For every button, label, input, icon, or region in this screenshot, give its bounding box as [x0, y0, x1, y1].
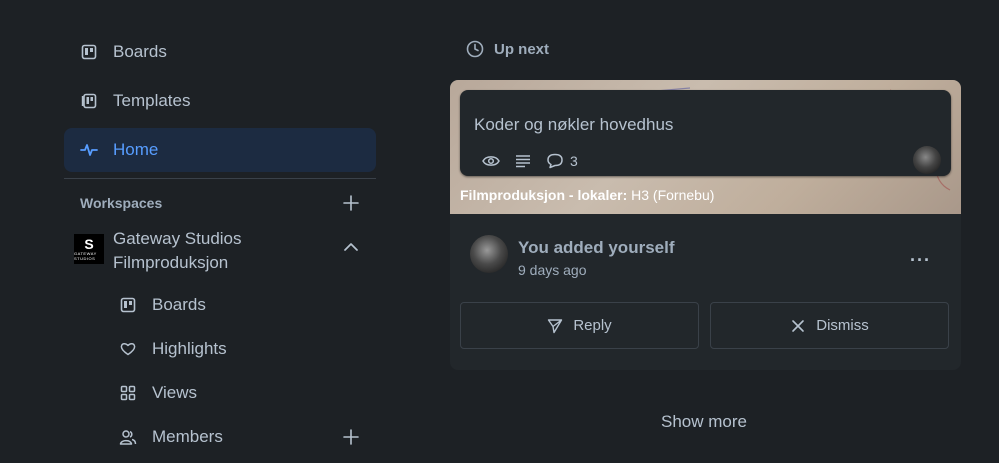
workspace-name-line1: Gateway Studios	[113, 229, 242, 248]
card-board-location: Filmproduksjon - lokaler: H3 (Fornebu)	[460, 187, 714, 203]
sidebar-item-home[interactable]: Home	[64, 128, 376, 172]
workspace-item-boards[interactable]: Boards	[64, 283, 376, 327]
chevron-up-icon[interactable]	[342, 238, 360, 256]
board-icon	[119, 296, 137, 314]
close-icon	[790, 318, 806, 334]
workspace-row[interactable]: S GATEWAY STUDIOS Gateway Studios Filmpr…	[64, 227, 376, 283]
comment-icon	[546, 152, 564, 170]
add-workspace-plus-icon[interactable]	[342, 194, 360, 212]
sidebar-item-templates[interactable]: Templates	[64, 79, 376, 123]
card-title: Koder og nøkler hovedhus	[474, 115, 674, 134]
workspace-name-line2: Filmproduksjon	[113, 253, 229, 272]
workspace-item-members[interactable]: Members	[64, 415, 376, 459]
workspace-logo-letter: S	[84, 236, 94, 252]
dismiss-button[interactable]: Dismiss	[710, 302, 949, 349]
workspace-item-label: Views	[152, 383, 198, 402]
activity-item: You added yourself 9 days ago	[470, 235, 940, 280]
clock-icon	[466, 40, 484, 58]
board-name: Filmproduksjon - lokaler:	[460, 187, 628, 203]
card-badges: 3	[482, 152, 578, 170]
more-options-icon[interactable]: ···	[910, 250, 931, 271]
heart-icon	[119, 340, 137, 358]
card-preview[interactable]: Koder og nøkler hovedhus 3	[460, 90, 951, 176]
up-next-header: Up next	[466, 40, 549, 58]
comment-count: 3	[570, 153, 578, 169]
workspaces-header: Workspaces	[64, 179, 376, 227]
sidebar-item-label: Templates	[113, 91, 191, 110]
workspace-name: Gateway Studios Filmproduksjon	[113, 227, 342, 275]
send-icon	[547, 318, 563, 334]
workspaces-label: Workspaces	[80, 195, 163, 211]
activity-title: You added yourself	[518, 238, 675, 257]
eye-icon	[482, 152, 500, 170]
dismiss-label: Dismiss	[816, 317, 869, 334]
sidebar-item-label: Boards	[113, 42, 167, 61]
template-icon	[80, 92, 98, 110]
activity-pulse-icon	[80, 141, 98, 159]
sidebar: Boards Templates Home Workspaces S GATEW…	[64, 30, 376, 459]
show-more-button[interactable]: Show more	[661, 412, 747, 432]
reply-label: Reply	[573, 317, 612, 334]
list-name: H3 (Fornebu)	[627, 187, 715, 203]
workspace-logo-text: GATEWAY STUDIOS	[74, 251, 97, 261]
up-next-card: Koder og nøkler hovedhus 3 Filmproduksjo…	[450, 80, 961, 370]
reply-button[interactable]: Reply	[460, 302, 699, 349]
workspace-logo: S GATEWAY STUDIOS	[74, 234, 104, 264]
sidebar-item-boards[interactable]: Boards	[64, 30, 376, 74]
description-icon	[514, 152, 532, 170]
add-member-plus-icon[interactable]	[342, 428, 360, 446]
workspace-item-label: Highlights	[152, 339, 227, 358]
up-next-label: Up next	[494, 40, 550, 58]
board-icon	[80, 43, 98, 61]
grid-icon	[119, 384, 137, 402]
workspace-item-highlights[interactable]: Highlights	[64, 327, 376, 371]
activity-timestamp: 9 days ago	[518, 262, 587, 278]
workspace-item-label: Boards	[152, 295, 206, 314]
sidebar-item-label: Home	[113, 140, 159, 159]
members-icon	[119, 428, 137, 446]
workspace-item-label: Members	[152, 427, 223, 446]
workspace-item-views[interactable]: Views	[64, 371, 376, 415]
member-avatar[interactable]	[913, 146, 941, 174]
avatar[interactable]	[470, 235, 508, 273]
